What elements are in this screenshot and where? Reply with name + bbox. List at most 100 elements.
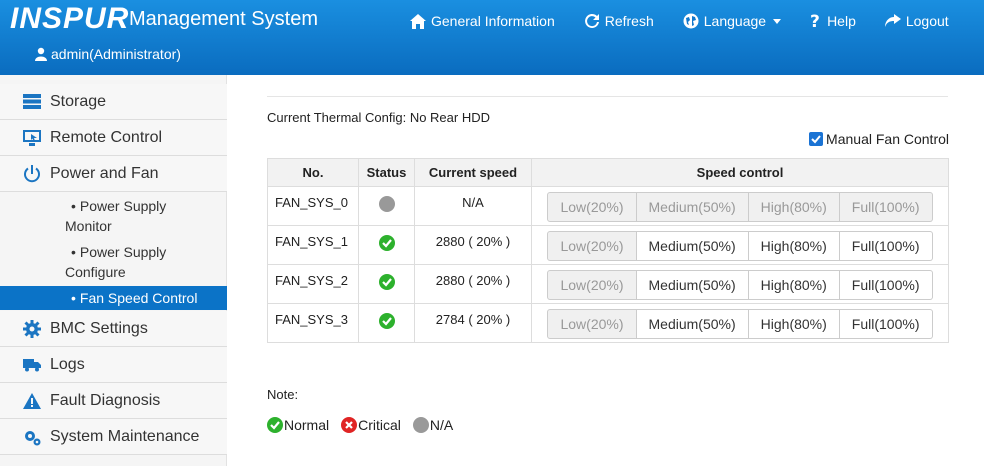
column-header-status: Status (358, 158, 415, 187)
check-circle-icon (378, 274, 395, 290)
sidebar-subitem-label: Power Supply (79, 198, 167, 214)
inspur-logo: INSPUR (10, 2, 130, 35)
content-divider (267, 96, 948, 97)
sidebar-subitem-label: Fan Speed Control (79, 290, 198, 306)
warning-icon (22, 392, 42, 410)
nav-label: Language (703, 13, 767, 29)
check-circle-icon (378, 313, 395, 329)
column-header-no: No. (267, 158, 359, 187)
globe-icon (683, 13, 699, 29)
fan-status-cell (358, 264, 415, 304)
medium-speed-button[interactable]: Medium(50%) (636, 231, 749, 261)
sidebar-item-power-and-fan[interactable]: Power and Fan (0, 156, 227, 192)
medium-speed-button: Medium(50%) (636, 192, 749, 222)
sidebar-item-label: Storage (50, 92, 107, 110)
thermal-config-label: Current Thermal Config: No Rear HDD (267, 110, 490, 125)
full-speed-button[interactable]: Full(100%) (839, 231, 933, 261)
sidebar-item-storage[interactable]: Storage (0, 84, 227, 120)
fan-current-speed: 2784 ( 20% ) (414, 303, 532, 343)
storage-icon (22, 93, 42, 111)
legend-label: Normal (284, 417, 330, 433)
sidebar-subitem-label: Power Supply (79, 244, 167, 260)
chevron-down-icon (773, 18, 782, 24)
fan-speed-control: Low(20%) Medium(50%) High(80%) Full(100%) (531, 186, 949, 226)
legend-critical: Critical (341, 417, 401, 433)
fan-table: No. Status Current speed Speed control F… (267, 158, 949, 343)
grey-circle-icon (378, 196, 395, 212)
legend-label: Critical (358, 417, 401, 433)
fan-current-speed: 2880 ( 20% ) (414, 225, 532, 265)
sidebar-item-system-maintenance[interactable]: System Maintenance (0, 419, 227, 455)
user-name: admin(Administrator) (51, 46, 181, 62)
manual-fan-control[interactable]: Manual Fan Control (809, 131, 949, 147)
header: INSPUR Management System admin(Administr… (0, 0, 984, 75)
sidebar-item-fault-diagnosis[interactable]: Fault Diagnosis (0, 383, 227, 419)
fan-current-speed: N/A (414, 186, 532, 226)
nav-label: Refresh (604, 13, 654, 29)
speed-button-group: Low(20%) Medium(50%) High(80%) Full(100%) (547, 309, 933, 339)
check-circle-icon (378, 235, 395, 251)
nav-label: Help (827, 13, 856, 29)
speed-button-group: Low(20%) Medium(50%) High(80%) Full(100%) (547, 192, 933, 222)
nav-help[interactable]: ? Help (810, 10, 856, 32)
home-icon (410, 13, 426, 29)
low-speed-button: Low(20%) (547, 231, 637, 261)
top-nav: General Information Refresh Language ? H… (410, 10, 978, 32)
high-speed-button: High(80%) (748, 192, 840, 222)
manual-fan-control-checkbox[interactable] (809, 132, 824, 146)
sidebar-subitem-fan-speed-control[interactable]: • Fan Speed Control (0, 286, 227, 310)
nav-label: Logout (905, 13, 949, 29)
gears-icon (22, 428, 42, 446)
sidebar-subitem-power-supply-monitor[interactable]: • Power Supply Monitor (0, 196, 227, 236)
sidebar-item-label: Fault Diagnosis (50, 391, 161, 409)
sidebar-item-label: Logs (50, 355, 85, 373)
sidebar-item-label: Remote Control (50, 128, 163, 146)
legend-label: N/A (429, 417, 454, 433)
table-row: FAN_SYS_1 2880 ( 20% ) Low(20%) Medium(50%)… (267, 225, 949, 265)
sidebar-subitem-power-supply-configure[interactable]: • Power Supply Configure (0, 242, 227, 282)
medium-speed-button[interactable]: Medium(50%) (636, 309, 749, 339)
sidebar-subitem-label-2: Configure (65, 264, 126, 280)
user-info[interactable]: admin(Administrator) (35, 46, 181, 62)
app-title: Management System (129, 8, 318, 30)
column-header-current-speed: Current speed (414, 158, 532, 187)
speed-button-group: Low(20%) Medium(50%) High(80%) Full(100%) (547, 270, 933, 300)
column-header-speed-control: Speed control (531, 158, 949, 187)
nav-logout[interactable]: Logout (884, 10, 949, 32)
sidebar-item-remote-control[interactable]: Remote Control (0, 120, 227, 156)
table-row: FAN_SYS_0 N/A Low(20%) Medium(50%) High(80%)… (267, 186, 949, 226)
logout-icon (884, 14, 901, 27)
sidebar-item-bmc-settings[interactable]: BMC Settings (0, 311, 227, 347)
nav-label: General Information (431, 13, 555, 29)
high-speed-button[interactable]: High(80%) (748, 309, 840, 339)
full-speed-button[interactable]: Full(100%) (839, 309, 933, 339)
sidebar-item-logs[interactable]: Logs (0, 347, 227, 383)
status-legend: Normal Critical N/A (267, 417, 465, 433)
gear-icon (22, 319, 42, 338)
sidebar-subitem-label-2: Monitor (65, 218, 112, 234)
fan-name: FAN_SYS_3 (267, 303, 359, 343)
sidebar-item-label: Power and Fan (50, 164, 159, 182)
medium-speed-button[interactable]: Medium(50%) (636, 270, 749, 300)
x-circle-icon (341, 417, 358, 433)
fan-name: FAN_SYS_0 (267, 186, 359, 226)
nav-general-information[interactable]: General Information (410, 10, 555, 32)
fan-speed-control: Low(20%) Medium(50%) High(80%) Full(100%) (531, 264, 949, 304)
low-speed-button: Low(20%) (547, 270, 637, 300)
fan-status-cell (358, 303, 415, 343)
question-icon: ? (810, 13, 820, 29)
sidebar: Storage Remote Control Power and Fan • Po… (0, 75, 227, 466)
fan-name: FAN_SYS_2 (267, 264, 359, 304)
high-speed-button[interactable]: High(80%) (748, 270, 840, 300)
check-icon (811, 135, 821, 144)
legend-normal: Normal (267, 417, 329, 433)
fan-current-speed: 2880 ( 20% ) (414, 264, 532, 304)
low-speed-button: Low(20%) (547, 192, 637, 222)
full-speed-button[interactable]: Full(100%) (839, 270, 933, 300)
fan-speed-control: Low(20%) Medium(50%) High(80%) Full(100%) (531, 303, 949, 343)
nav-language[interactable]: Language (683, 10, 782, 32)
high-speed-button[interactable]: High(80%) (748, 231, 840, 261)
fan-speed-control: Low(20%) Medium(50%) High(80%) Full(100%) (531, 225, 949, 265)
power-icon (22, 164, 42, 183)
nav-refresh[interactable]: Refresh (584, 10, 654, 32)
